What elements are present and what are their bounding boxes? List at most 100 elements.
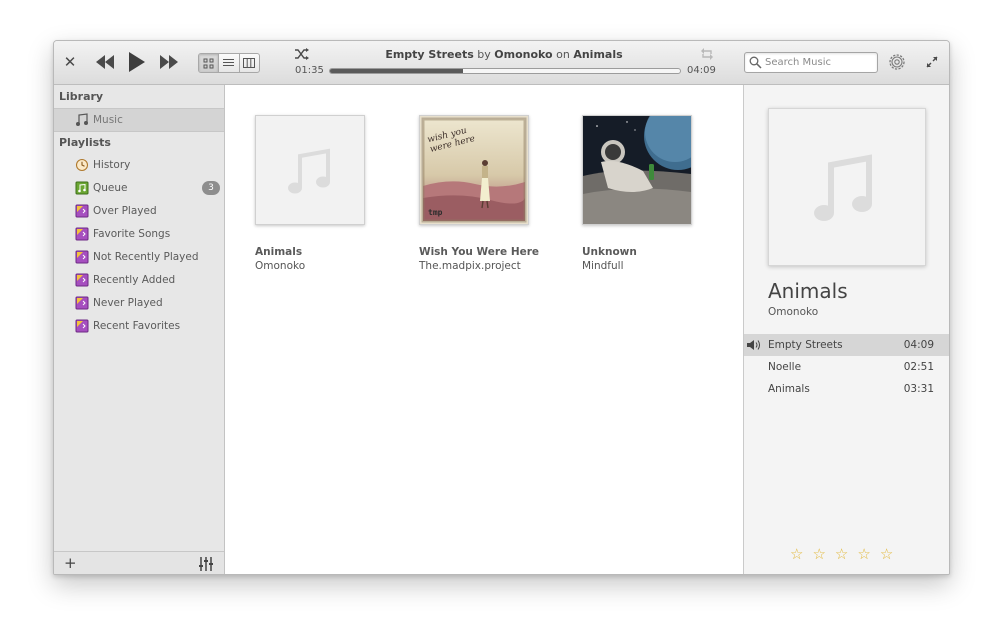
previous-button[interactable] [94,53,116,71]
play-button[interactable] [126,51,148,73]
add-icon: + [64,554,77,572]
album-title: Unknown [582,246,637,258]
sidebar-item-label: Never Played [93,297,163,309]
track-name: Noelle [768,361,802,373]
elapsed-time: 01:35 [295,65,324,76]
fullscreen-icon [926,56,938,68]
search-box [744,52,878,73]
seek-bar-fill [330,69,463,73]
equalizer-button[interactable] [198,556,214,571]
track-row[interactable]: Empty Streets 04:09 [744,334,949,356]
gear-icon [889,54,905,70]
sidebar-item-favorite-songs[interactable]: Favorite Songs [54,223,224,245]
album-artist: Mindfull [582,260,624,272]
next-button[interactable] [158,53,180,71]
smart-playlist-icon [75,250,89,264]
track-name: Animals [768,383,810,395]
queue-icon [75,181,89,195]
album-item[interactable]: wish you were here tmp Wish You Were Her… [419,115,559,272]
close-icon: ✕ [63,53,77,71]
sidebar-item-over-played[interactable]: Over Played [54,200,224,222]
music-note-icon [288,148,330,194]
list-view-button[interactable] [219,54,240,72]
music-note-icon [76,113,88,126]
album-cover[interactable]: wish you were here tmp [419,115,529,225]
music-note-icon [814,154,872,221]
column-view-button[interactable] [240,54,259,72]
album-title: Animals [255,246,303,258]
rating-star-4[interactable]: ☆ [857,547,870,562]
album-info-panel: Animals Omonoko Empty Streets 04:09 Noel… [743,85,949,574]
list-view-icon [223,59,235,66]
rating-stars: ☆ ☆ ☆ ☆ ☆ [790,547,893,562]
search-input[interactable] [765,54,873,70]
grid-view-icon [203,58,214,68]
now-playing-artist: Omonoko [494,48,553,61]
history-icon [75,158,89,172]
speaker-icon [747,340,760,350]
sidebar: Library Music Playlists History Queue 3 … [54,85,225,574]
repeat-button[interactable] [699,47,715,61]
rating-star-2[interactable]: ☆ [812,547,825,562]
now-playing-album: Animals [573,48,623,61]
album-item[interactable]: Unknown Mindfull [582,115,722,272]
smart-playlist-icon [75,204,89,218]
track-duration: 04:09 [903,339,934,351]
smart-playlist-icon [75,227,89,241]
music-app-window: ✕ Empty Streets by Omonoko on Animals 01… [53,40,950,575]
sidebar-item-label: Over Played [93,205,157,217]
sidebar-item-not-recently-played[interactable]: Not Recently Played [54,246,224,268]
sidebar-item-history[interactable]: History [54,154,224,176]
smart-playlist-icon [75,319,89,333]
library-heading: Library [59,90,104,103]
seek-bar[interactable] [329,68,681,74]
rating-star-5[interactable]: ☆ [880,547,893,562]
grid-view-button[interactable] [199,54,220,72]
album-artwork-image [583,116,691,224]
previous-icon [96,55,114,69]
sidebar-item-label: Recently Added [93,274,176,286]
column-view-icon [243,58,256,68]
sidebar-item-queue[interactable]: Queue 3 [54,177,224,199]
sidebar-item-recently-added[interactable]: Recently Added [54,269,224,291]
sidebar-item-label: Favorite Songs [93,228,171,240]
track-duration: 02:51 [903,361,934,373]
total-time: 04:09 [687,65,716,76]
sidebar-item-never-played[interactable]: Never Played [54,292,224,314]
rating-star-3[interactable]: ☆ [835,547,848,562]
header-bar: ✕ Empty Streets by Omonoko on Animals 01… [54,41,949,85]
track-duration: 03:31 [903,383,934,395]
close-button[interactable]: ✕ [62,53,78,71]
shuffle-icon [295,48,309,60]
add-playlist-button[interactable]: + [64,554,77,572]
smart-playlist-icon [75,296,89,310]
sidebar-item-recent-favorites[interactable]: Recent Favorites [54,315,224,337]
sidebar-footer: + [54,551,224,574]
fullscreen-button[interactable] [924,54,940,70]
rating-star-1[interactable]: ☆ [790,547,803,562]
shuffle-button[interactable] [294,47,310,61]
album-grid: Animals Omonoko wish you were here tmp W… [225,85,743,574]
settings-button[interactable] [886,51,908,73]
search-icon [749,56,762,69]
album-cover[interactable] [255,115,365,225]
sidebar-item-label: Music [93,114,123,126]
sidebar-item-label: Queue [93,182,128,194]
track-name: Empty Streets [768,339,843,351]
album-title: Wish You Were Here [419,246,540,258]
album-item[interactable]: Animals Omonoko [255,115,395,272]
sidebar-item-label: Recent Favorites [93,320,181,332]
album-artist: The.madpix.project [419,260,521,272]
now-playing-track: Empty Streets [385,48,474,61]
track-row[interactable]: Noelle 02:51 [744,356,949,378]
playlists-heading: Playlists [59,136,111,149]
repeat-icon [701,48,713,60]
album-artist: Omonoko [255,260,306,272]
track-row[interactable]: Animals 03:31 [744,378,949,400]
view-mode-switcher [198,53,260,73]
album-cover[interactable] [582,115,692,225]
equalizer-icon [199,557,213,571]
sidebar-item-label: Not Recently Played [93,251,199,263]
sidebar-item-music[interactable]: Music [54,108,224,132]
info-album-title: Animals [768,279,848,303]
